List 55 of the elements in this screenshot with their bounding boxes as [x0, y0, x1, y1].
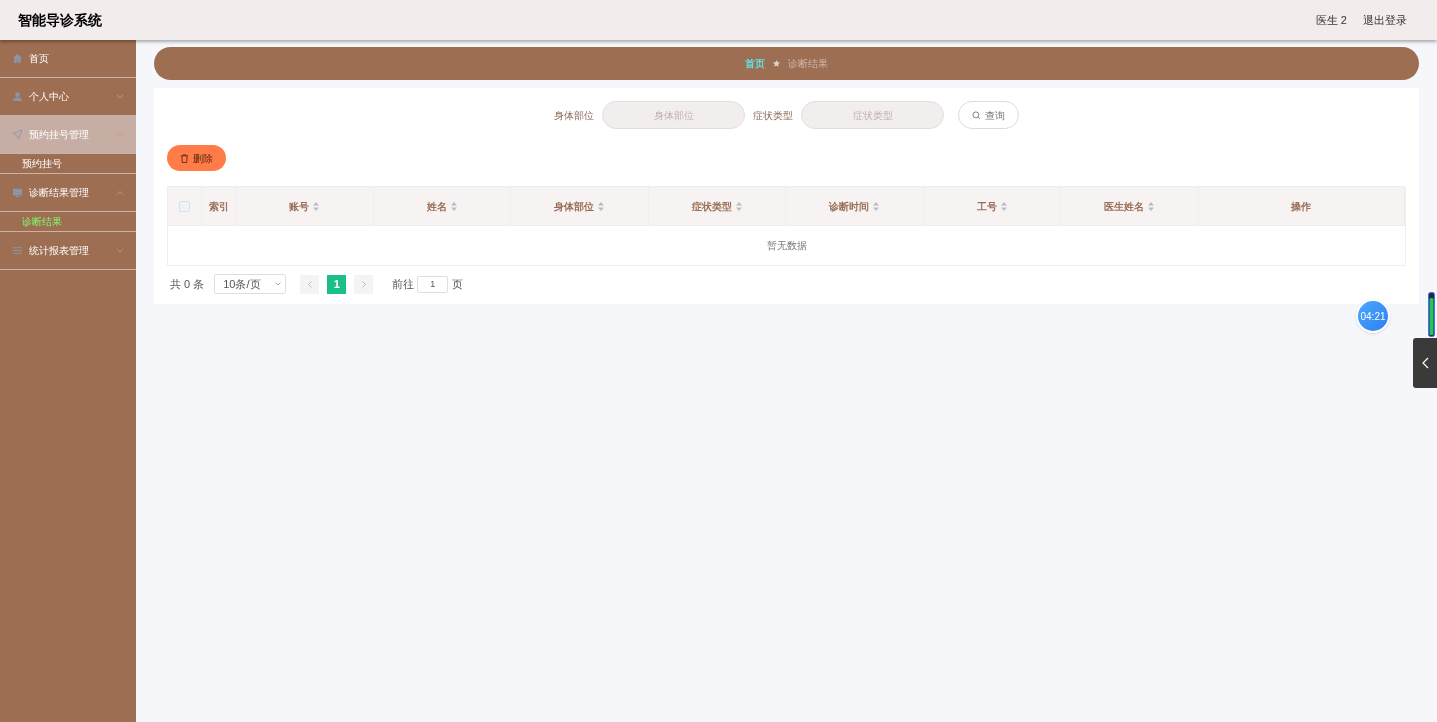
- column-header[interactable]: 身体部位: [554, 198, 595, 214]
- star-separator-icon: [773, 60, 780, 67]
- home-icon: [12, 53, 23, 64]
- sort-icon[interactable]: [1148, 201, 1155, 211]
- sidebar-item[interactable]: 诊断结果管理: [0, 174, 136, 212]
- trash-icon: [180, 153, 189, 163]
- goto-label: 前往: [392, 276, 415, 292]
- sort-icon[interactable]: [450, 201, 457, 211]
- column-header[interactable]: 姓名: [426, 198, 447, 214]
- timer-badge[interactable]: 04:21: [1356, 299, 1390, 333]
- list-icon: [12, 245, 23, 256]
- sidebar-item[interactable]: 首页: [0, 40, 136, 78]
- column-header[interactable]: 诊断时间: [829, 198, 870, 214]
- column-header[interactable]: 症状类型: [691, 198, 732, 214]
- level-indicator-icon: [1428, 292, 1435, 337]
- chevron-down-icon: [275, 282, 282, 286]
- column-header[interactable]: 账号: [289, 198, 310, 214]
- sort-icon[interactable]: [873, 201, 880, 211]
- chevron-right-icon: [361, 280, 366, 288]
- submenu-item[interactable]: 预约挂号: [0, 154, 136, 174]
- sidebar-item[interactable]: 统计报表管理: [0, 232, 136, 270]
- search-icon: [972, 110, 981, 120]
- logout-link[interactable]: 退出登录: [1363, 11, 1407, 29]
- column-header[interactable]: 工号: [976, 198, 997, 214]
- page-button[interactable]: 1: [327, 274, 347, 294]
- column-header[interactable]: 索引: [208, 198, 229, 214]
- breadcrumb-link[interactable]: 首页: [745, 56, 765, 71]
- total-count: 共 0 条: [170, 276, 205, 292]
- previous-page-button[interactable]: [300, 274, 320, 294]
- sort-icon[interactable]: [735, 201, 742, 211]
- collapse-panel-button[interactable]: [1413, 338, 1437, 388]
- app-title: 智能导诊系统: [18, 10, 102, 30]
- user-name: 医生 2: [1315, 12, 1347, 28]
- sort-icon[interactable]: [1000, 201, 1007, 211]
- send-icon: [12, 129, 23, 140]
- field-label: 身体部位: [554, 108, 594, 123]
- delete-button[interactable]: 删除: [167, 145, 226, 171]
- breadcrumb-link[interactable]: 诊断结果: [788, 56, 828, 71]
- submenu-item[interactable]: 诊断结果: [0, 212, 136, 232]
- column-header[interactable]: 操作: [1291, 198, 1312, 214]
- select-all-checkbox[interactable]: [179, 200, 190, 212]
- column-header[interactable]: 医生姓名: [1104, 198, 1145, 214]
- page-size-select[interactable]: 10条/页: [214, 274, 287, 294]
- sort-icon[interactable]: [598, 201, 605, 211]
- sort-icon[interactable]: [313, 201, 320, 211]
- user-icon: [12, 91, 23, 102]
- goto-page-field[interactable]: 1: [417, 275, 449, 293]
- next-page-button[interactable]: [354, 274, 374, 294]
- search-button[interactable]: 查询: [958, 101, 1019, 129]
- monitor-icon: [12, 187, 23, 198]
- field-label: 症状类型: [753, 108, 793, 123]
- chevron-left-icon: [307, 280, 312, 288]
- chevron-left-icon: [1421, 357, 1429, 369]
- empty-message: 暂无数据: [766, 239, 807, 253]
- goto-suffix: 页: [452, 276, 464, 292]
